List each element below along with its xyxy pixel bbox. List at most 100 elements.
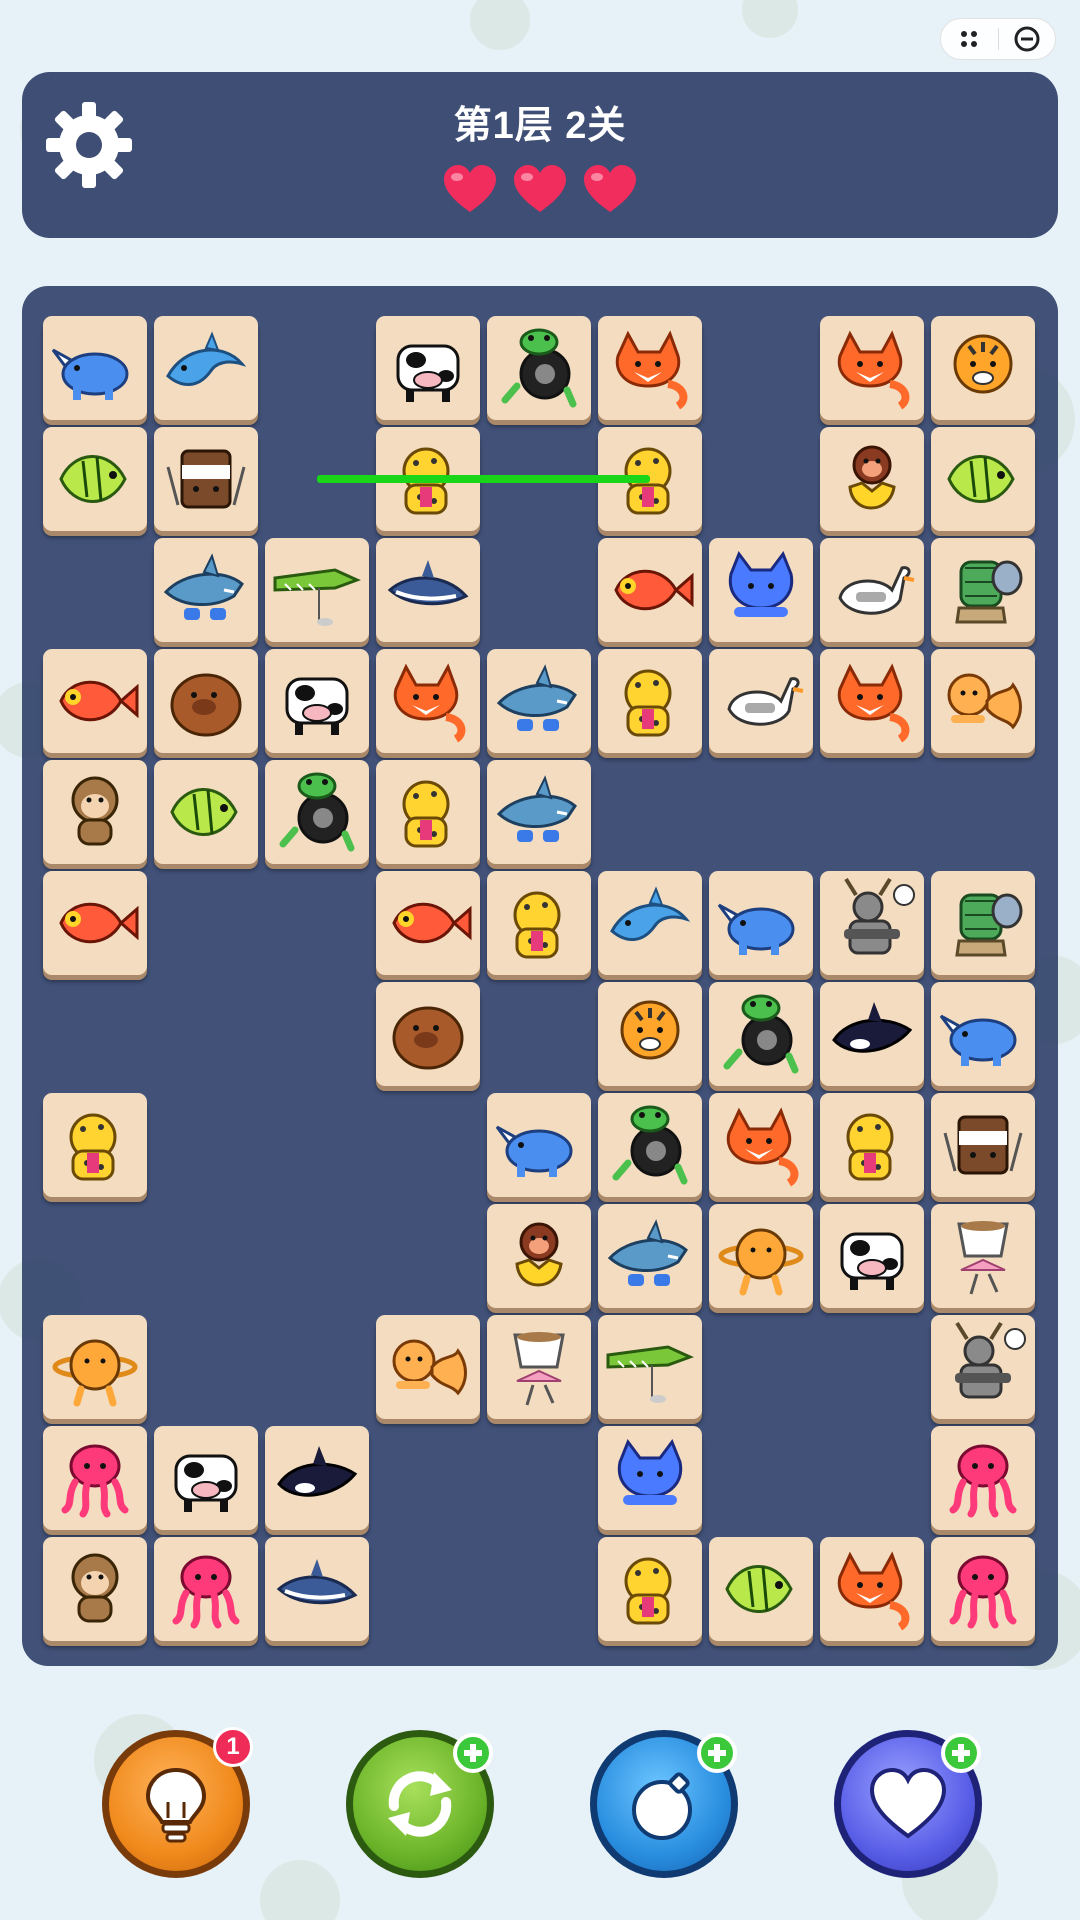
tile-cow[interactable] xyxy=(265,649,369,753)
tile-small-shark[interactable] xyxy=(265,1537,369,1641)
catfish-icon xyxy=(947,673,1022,730)
tile-octopus[interactable] xyxy=(931,1537,1035,1641)
tile-octopus[interactable] xyxy=(154,1537,258,1641)
tile-dolphin[interactable] xyxy=(154,316,258,420)
tile-cat[interactable] xyxy=(709,538,813,642)
bomb-button[interactable] xyxy=(590,1730,738,1878)
tile-dolphin[interactable] xyxy=(598,871,702,975)
hint-button[interactable]: 1 xyxy=(102,1727,253,1878)
monkey-icon xyxy=(71,776,119,846)
tile-small-shark[interactable] xyxy=(376,538,480,642)
tile-fox[interactable] xyxy=(709,1093,813,1197)
cow-icon xyxy=(285,677,349,735)
tile-rhino[interactable] xyxy=(43,316,147,420)
leopard-icon xyxy=(846,1113,894,1181)
tile-leopard[interactable] xyxy=(43,1093,147,1197)
more-button[interactable] xyxy=(941,19,998,59)
tile-rhino[interactable] xyxy=(709,871,813,975)
tile-catfish[interactable] xyxy=(376,1315,480,1419)
tile-red-fish[interactable] xyxy=(43,871,147,975)
tile-tropical-fish[interactable] xyxy=(154,760,258,864)
tile-fox[interactable] xyxy=(820,649,924,753)
tile-monkey[interactable] xyxy=(43,760,147,864)
tropical-fish-icon xyxy=(59,455,127,503)
tile-leopard[interactable] xyxy=(598,1537,702,1641)
tile-cow[interactable] xyxy=(820,1204,924,1308)
tile-leopard[interactable] xyxy=(598,649,702,753)
bomb-add-badge xyxy=(697,1733,737,1773)
tile-ballerina-cup[interactable] xyxy=(931,1204,1035,1308)
tile-fox[interactable] xyxy=(820,316,924,420)
tile-cow[interactable] xyxy=(376,316,480,420)
tile-rhino[interactable] xyxy=(931,982,1035,1086)
tile-cat[interactable] xyxy=(598,1426,702,1530)
tile-tropical-fish[interactable] xyxy=(931,427,1035,531)
tile-monkey-banana[interactable] xyxy=(820,427,924,531)
tile-frog[interactable] xyxy=(487,316,591,420)
tile-ballerina-cup[interactable] xyxy=(487,1315,591,1419)
tile-cow-planet[interactable] xyxy=(709,1204,813,1308)
tile-cow[interactable] xyxy=(154,1426,258,1530)
tile-crocodile[interactable] xyxy=(265,538,369,642)
tile-shark[interactable] xyxy=(487,649,591,753)
tile-octopus[interactable] xyxy=(43,1426,147,1530)
tile-leopard[interactable] xyxy=(376,760,480,864)
tile-monkey-banana[interactable] xyxy=(487,1204,591,1308)
life-button[interactable] xyxy=(834,1730,982,1878)
tile-shark[interactable] xyxy=(487,760,591,864)
tile-fox[interactable] xyxy=(598,316,702,420)
frog-icon xyxy=(501,328,577,408)
fox-icon xyxy=(726,1107,799,1187)
lives-row xyxy=(22,164,1058,214)
cow-icon xyxy=(840,1232,904,1290)
rhino-icon xyxy=(495,1125,573,1177)
close-button[interactable] xyxy=(999,19,1056,59)
tile-tropical-fish[interactable] xyxy=(709,1537,813,1641)
tile-capybara[interactable] xyxy=(376,982,480,1086)
tile-elephant[interactable] xyxy=(931,871,1035,975)
tile-frog[interactable] xyxy=(598,1093,702,1197)
shuffle-button[interactable] xyxy=(346,1730,494,1878)
tile-red-fish[interactable] xyxy=(376,871,480,975)
tile-orca[interactable] xyxy=(265,1426,369,1530)
rhino-icon xyxy=(51,348,129,400)
tile-leopard[interactable] xyxy=(487,871,591,975)
tile-frog[interactable] xyxy=(709,982,813,1086)
tile-goose[interactable] xyxy=(709,649,813,753)
tile-crocodile[interactable] xyxy=(598,1315,702,1419)
life-heart-icon xyxy=(444,165,496,212)
mini-program-capsule xyxy=(940,18,1056,60)
tile-coffee-cup[interactable] xyxy=(154,427,258,531)
tile-tiger[interactable] xyxy=(598,982,702,1086)
octopus-icon xyxy=(61,1444,129,1518)
tile-red-fish[interactable] xyxy=(598,538,702,642)
tile-shark[interactable] xyxy=(154,538,258,642)
tile-coffee-cup[interactable] xyxy=(931,1093,1035,1197)
tile-elephant[interactable] xyxy=(931,538,1035,642)
tile-deer[interactable] xyxy=(820,871,924,975)
frog-icon xyxy=(279,772,355,852)
tile-rhino[interactable] xyxy=(487,1093,591,1197)
tile-catfish[interactable] xyxy=(931,649,1035,753)
tile-orca[interactable] xyxy=(820,982,924,1086)
red-fish-icon xyxy=(59,902,139,944)
tile-shark[interactable] xyxy=(598,1204,702,1308)
tile-leopard[interactable] xyxy=(820,1093,924,1197)
tile-frog[interactable] xyxy=(265,760,369,864)
ballerina-cup-icon xyxy=(513,1332,565,1406)
tile-deer[interactable] xyxy=(931,1315,1035,1419)
close-icon xyxy=(1014,26,1040,52)
tile-cow-planet[interactable] xyxy=(43,1315,147,1419)
tile-tropical-fish[interactable] xyxy=(43,427,147,531)
goose-icon xyxy=(838,566,915,615)
tile-capybara[interactable] xyxy=(154,649,258,753)
tile-tiger[interactable] xyxy=(931,316,1035,420)
tile-fox[interactable] xyxy=(376,649,480,753)
tile-octopus[interactable] xyxy=(931,1426,1035,1530)
tile-goose[interactable] xyxy=(820,538,924,642)
tile-fox[interactable] xyxy=(820,1537,924,1641)
tile-red-fish[interactable] xyxy=(43,649,147,753)
tile-monkey[interactable] xyxy=(43,1537,147,1641)
small-shark-icon xyxy=(387,560,469,606)
octopus-icon xyxy=(172,1555,240,1629)
